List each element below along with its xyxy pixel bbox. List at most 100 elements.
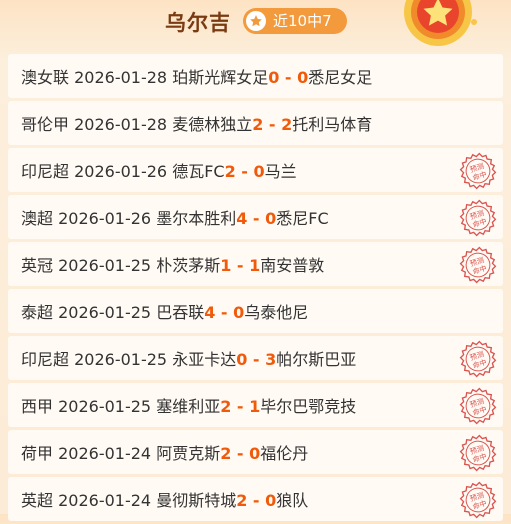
home-score: 0 xyxy=(236,350,248,369)
home-team: 珀斯光辉女足 xyxy=(172,68,269,87)
match-text: 哥伦甲 2026-01-28 麦德林独立2 - 2托利马体育 xyxy=(8,111,372,135)
league-label: 印尼超 xyxy=(21,162,70,181)
match-row[interactable]: 荷甲 2026-01-24 阿贾克斯2 - 0福伦丹 预测 命中 xyxy=(8,430,503,474)
match-date: 2026-01-26 xyxy=(74,162,168,181)
away-score: 1 xyxy=(249,397,261,416)
away-score: 2 xyxy=(281,115,293,134)
match-date: 2026-01-26 xyxy=(58,209,152,228)
match-date: 2026-01-28 xyxy=(74,115,168,134)
score-separator: - xyxy=(220,303,228,322)
match-text: 西甲 2026-01-25 塞维利亚2 - 1毕尔巴鄂竞技 xyxy=(8,393,356,417)
expert-name: 乌尔吉 xyxy=(165,11,231,35)
league-label: 泰超 xyxy=(21,303,54,322)
match-date: 2026-01-24 xyxy=(58,491,152,510)
match-text: 印尼超 2026-01-25 永亚卡达0 - 3帕尔斯巴亚 xyxy=(8,346,356,370)
away-team: 马兰 xyxy=(264,162,297,181)
score-separator: - xyxy=(268,115,276,134)
home-score: 2 xyxy=(252,115,264,134)
home-score: 2 xyxy=(224,162,236,181)
prediction-hit-stamp: 预测 命中 xyxy=(459,481,497,519)
match-date: 2026-01-25 xyxy=(58,303,152,322)
away-score: 0 xyxy=(249,444,261,463)
away-score: 0 xyxy=(265,491,277,510)
score-separator: - xyxy=(236,256,244,275)
home-score: 4 xyxy=(204,303,216,322)
home-team: 德瓦FC xyxy=(172,162,225,181)
match-date: 2026-01-28 xyxy=(74,68,168,87)
record-badge-label: 近10中7 xyxy=(273,12,332,30)
home-score: 4 xyxy=(236,209,248,228)
away-team: 悉尼FC xyxy=(276,209,329,228)
home-score: 0 xyxy=(268,68,280,87)
league-label: 印尼超 xyxy=(21,350,70,369)
away-team: 毕尔巴鄂竞技 xyxy=(260,397,357,416)
league-label: 哥伦甲 xyxy=(21,115,70,134)
score-separator: - xyxy=(252,209,260,228)
away-team: 狼队 xyxy=(276,491,309,510)
league-label: 澳女联 xyxy=(21,68,70,87)
away-score: 3 xyxy=(265,350,277,369)
league-label: 英超 xyxy=(21,491,54,510)
away-team: 悉尼女足 xyxy=(308,68,373,87)
match-text: 印尼超 2026-01-26 德瓦FC2 - 0马兰 xyxy=(8,158,297,182)
prediction-hit-stamp: 预测 命中 xyxy=(459,434,497,472)
league-label: 荷甲 xyxy=(21,444,54,463)
match-row[interactable]: 印尼超 2026-01-25 永亚卡达0 - 3帕尔斯巴亚 预测 命中 xyxy=(8,336,503,380)
match-text: 英超 2026-01-24 曼彻斯特城2 - 0狼队 xyxy=(8,487,308,511)
away-score: 1 xyxy=(249,256,261,275)
record-badge: 近10中7 xyxy=(243,8,347,34)
away-team: 福伦丹 xyxy=(260,444,309,463)
home-score: 2 xyxy=(220,397,232,416)
match-text: 英冠 2026-01-25 朴茨茅斯1 - 1南安普敦 xyxy=(8,252,324,276)
prediction-hit-stamp: 预测 命中 xyxy=(459,387,497,425)
match-row[interactable]: 泰超 2026-01-25 巴吞联4 - 0乌泰他尼 xyxy=(8,289,503,333)
home-team: 麦德林独立 xyxy=(172,115,253,134)
match-text: 澳超 2026-01-26 墨尔本胜利4 - 0悉尼FC xyxy=(8,205,329,229)
match-row[interactable]: 澳超 2026-01-26 墨尔本胜利4 - 0悉尼FC 预测 命中 xyxy=(8,195,503,239)
prediction-hit-stamp: 预测 命中 xyxy=(459,199,497,237)
home-team: 曼彻斯特城 xyxy=(156,491,237,510)
home-score: 2 xyxy=(236,491,248,510)
home-score: 2 xyxy=(220,444,232,463)
star-icon xyxy=(246,11,266,31)
match-row[interactable]: 英超 2026-01-24 曼彻斯特城2 - 0狼队 预测 命中 xyxy=(8,477,503,521)
match-date: 2026-01-25 xyxy=(74,350,168,369)
medal-icon xyxy=(404,0,477,46)
match-row[interactable]: 澳女联 2026-01-28 珀斯光辉女足0 - 0悉尼女足 xyxy=(8,54,503,98)
home-team: 永亚卡达 xyxy=(172,350,237,369)
match-row[interactable]: 西甲 2026-01-25 塞维利亚2 - 1毕尔巴鄂竞技 预测 命中 xyxy=(8,383,503,427)
home-team: 阿贾克斯 xyxy=(156,444,221,463)
away-score: 0 xyxy=(233,303,245,322)
match-date: 2026-01-25 xyxy=(58,397,152,416)
score-separator: - xyxy=(252,350,260,369)
away-team: 托利马体育 xyxy=(292,115,373,134)
match-list: 澳女联 2026-01-28 珀斯光辉女足0 - 0悉尼女足 哥伦甲 2026-0… xyxy=(8,54,503,524)
home-team: 巴吞联 xyxy=(156,303,205,322)
home-team: 墨尔本胜利 xyxy=(156,209,237,228)
home-team: 塞维利亚 xyxy=(156,397,221,416)
match-text: 荷甲 2026-01-24 阿贾克斯2 - 0福伦丹 xyxy=(8,440,308,464)
away-score: 0 xyxy=(297,68,309,87)
away-team: 帕尔斯巴亚 xyxy=(276,350,357,369)
header: 乌尔吉 近10中7 xyxy=(0,0,511,50)
away-score: 0 xyxy=(265,209,277,228)
match-text: 澳女联 2026-01-28 珀斯光辉女足0 - 0悉尼女足 xyxy=(8,64,372,88)
score-separator: - xyxy=(236,397,244,416)
match-text: 泰超 2026-01-25 巴吞联4 - 0乌泰他尼 xyxy=(8,299,308,323)
away-team: 乌泰他尼 xyxy=(244,303,309,322)
match-row[interactable]: 印尼超 2026-01-26 德瓦FC2 - 0马兰 预测 命中 xyxy=(8,148,503,192)
league-label: 西甲 xyxy=(21,397,54,416)
score-separator: - xyxy=(252,491,260,510)
home-score: 1 xyxy=(220,256,232,275)
match-date: 2026-01-24 xyxy=(58,444,152,463)
prediction-hit-stamp: 预测 命中 xyxy=(459,152,497,190)
away-score: 0 xyxy=(253,162,265,181)
prediction-hit-stamp: 预测 命中 xyxy=(459,340,497,378)
league-label: 澳超 xyxy=(21,209,54,228)
league-label: 英冠 xyxy=(21,256,54,275)
match-date: 2026-01-25 xyxy=(58,256,152,275)
score-separator: - xyxy=(241,162,248,181)
score-separator: - xyxy=(284,68,292,87)
match-row[interactable]: 哥伦甲 2026-01-28 麦德林独立2 - 2托利马体育 xyxy=(8,101,503,145)
match-row[interactable]: 英冠 2026-01-25 朴茨茅斯1 - 1南安普敦 预测 命中 xyxy=(8,242,503,286)
